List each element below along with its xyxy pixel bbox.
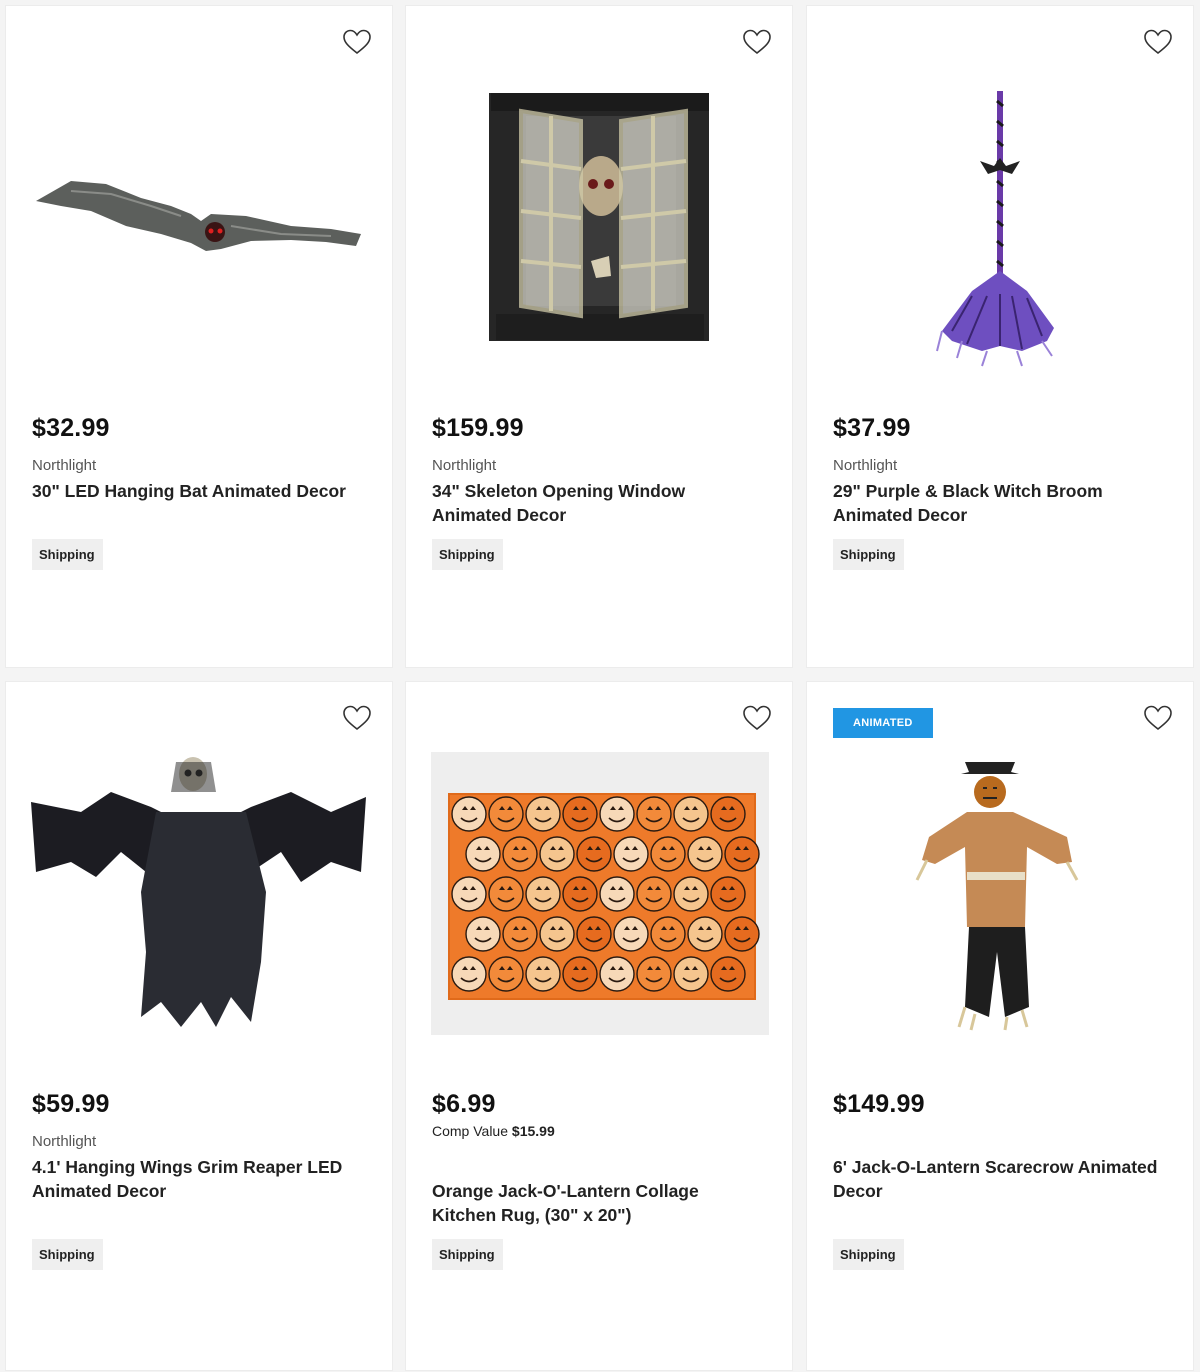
heart-icon[interactable] bbox=[1143, 28, 1173, 56]
product-card[interactable]: $59.99 Northlight 4.1' Hanging Wings Gri… bbox=[5, 681, 393, 1371]
product-price: $37.99 bbox=[833, 414, 911, 442]
product-title[interactable]: 4.1' Hanging Wings Grim Reaper LED Anima… bbox=[32, 1155, 362, 1203]
product-image[interactable] bbox=[31, 752, 371, 1042]
heart-icon[interactable] bbox=[342, 704, 372, 732]
product-card[interactable]: $6.99 Comp Value $15.99 Orange Jack-O'-L… bbox=[405, 681, 793, 1371]
product-card[interactable]: $159.99 Northlight 34" Skeleton Opening … bbox=[405, 5, 793, 668]
shipping-badge[interactable]: Shipping bbox=[833, 539, 904, 570]
heart-icon[interactable] bbox=[342, 28, 372, 56]
comp-value-label: Comp Value bbox=[432, 1123, 509, 1139]
animated-badge: ANIMATED bbox=[833, 708, 933, 738]
product-price: $149.99 bbox=[833, 1090, 925, 1118]
product-image[interactable] bbox=[832, 66, 1172, 386]
heart-icon[interactable] bbox=[1143, 704, 1173, 732]
product-title[interactable]: 29" Purple & Black Witch Broom Animated … bbox=[833, 479, 1163, 527]
product-brand[interactable]: Northlight bbox=[32, 1133, 96, 1150]
heart-icon[interactable] bbox=[742, 28, 772, 56]
product-image[interactable] bbox=[867, 752, 1137, 1032]
product-brand[interactable]: Northlight bbox=[833, 457, 897, 474]
product-image[interactable] bbox=[31, 66, 371, 386]
heart-icon[interactable] bbox=[742, 704, 772, 732]
product-brand[interactable]: Northlight bbox=[32, 457, 96, 474]
product-card[interactable]: $37.99 Northlight 29" Purple & Black Wit… bbox=[806, 5, 1194, 668]
product-title[interactable]: Orange Jack-O'-Lantern Collage Kitchen R… bbox=[432, 1179, 762, 1227]
product-card[interactable]: $32.99 Northlight 30" LED Hanging Bat An… bbox=[5, 5, 393, 668]
shipping-badge[interactable]: Shipping bbox=[32, 1239, 103, 1270]
product-title[interactable]: 6' Jack-O-Lantern Scarecrow Animated Dec… bbox=[833, 1155, 1163, 1203]
shipping-badge[interactable]: Shipping bbox=[432, 539, 503, 570]
comp-value-amount: $15.99 bbox=[511, 1123, 555, 1139]
product-price: $6.99 bbox=[432, 1090, 496, 1118]
product-image[interactable] bbox=[431, 752, 769, 1035]
product-price: $159.99 bbox=[432, 414, 524, 442]
product-card[interactable]: ANIMATED $149.99 6' Jack-O-Lantern Scare… bbox=[806, 681, 1194, 1371]
comp-value: Comp Value $15.99 bbox=[432, 1123, 555, 1139]
product-price: $59.99 bbox=[32, 1090, 110, 1118]
shipping-badge[interactable]: Shipping bbox=[32, 539, 103, 570]
product-title[interactable]: 34" Skeleton Opening Window Animated Dec… bbox=[432, 479, 762, 527]
shipping-badge[interactable]: Shipping bbox=[432, 1239, 503, 1270]
product-brand[interactable]: Northlight bbox=[432, 457, 496, 474]
product-title[interactable]: 30" LED Hanging Bat Animated Decor bbox=[32, 479, 362, 503]
shipping-badge[interactable]: Shipping bbox=[833, 1239, 904, 1270]
product-image[interactable] bbox=[431, 66, 771, 386]
product-price: $32.99 bbox=[32, 414, 110, 442]
